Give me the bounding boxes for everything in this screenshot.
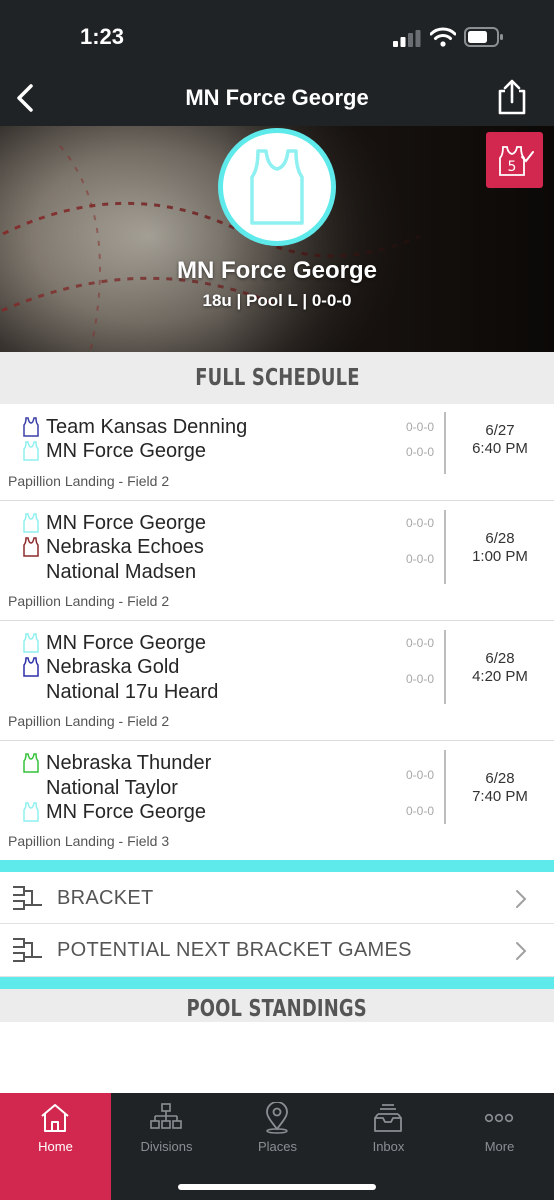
jersey-icon xyxy=(23,441,39,461)
jersey-icon xyxy=(23,417,39,437)
team-record: 0-0-0 xyxy=(405,445,434,459)
team-name-line2: National 17u Heard xyxy=(46,681,219,703)
team-hero-banner: MN Force George 18u | Pool L | 0-0-0 5 xyxy=(0,126,554,353)
game-team-row: Nebraska Thunder xyxy=(22,751,211,775)
game-team-row: MN Force George xyxy=(22,511,206,535)
inbox-icon xyxy=(374,1104,402,1132)
chevron-right-icon xyxy=(516,890,527,908)
jersey-icon xyxy=(23,657,39,677)
tab-home[interactable]: Home xyxy=(0,1093,111,1200)
team-logo xyxy=(218,128,336,246)
pool-standings-heading: POOL STANDINGS xyxy=(0,989,554,1022)
jersey-icon xyxy=(23,633,39,653)
game-venue: Papillion Landing - Field 3 xyxy=(8,833,170,849)
game-date: 6/28 xyxy=(485,650,515,667)
game-team-row: MN Force George xyxy=(22,800,206,824)
divider xyxy=(444,510,446,584)
section-divider-band xyxy=(0,860,554,872)
share-icon[interactable] xyxy=(494,78,530,116)
game-team-row: Nebraska Echoes xyxy=(22,535,204,559)
wifi-icon xyxy=(430,27,456,47)
jersey-icon xyxy=(23,513,39,533)
game-team-row: Team Kansas Denning xyxy=(22,415,247,439)
team-record: 0-0-0 xyxy=(405,516,434,530)
game-date: 6/27 xyxy=(485,422,515,439)
divider xyxy=(444,412,446,474)
team-record: 0-0-0 xyxy=(405,552,434,566)
game-card[interactable]: Team Kansas Denning MN Force George 0-0-… xyxy=(0,404,554,501)
battery-icon xyxy=(464,27,503,47)
more-dots-icon xyxy=(484,1113,514,1123)
game-card[interactable]: Nebraska Thunder National Taylor MN Forc… xyxy=(0,741,554,860)
game-time: 4:20 PM xyxy=(472,668,528,685)
game-time: 6:40 PM xyxy=(472,440,528,457)
jersey-icon xyxy=(23,802,39,822)
game-venue: Papillion Landing - Field 2 xyxy=(8,713,170,729)
team-name-line2: National Madsen xyxy=(46,561,197,583)
team-record: 0-0-0 xyxy=(405,804,434,818)
jersey-icon xyxy=(250,149,304,225)
game-team-row: Nebraska Gold xyxy=(22,655,179,679)
status-time: 1:23 xyxy=(80,24,125,49)
team-record: 0-0-0 xyxy=(405,672,434,686)
chevron-right-icon xyxy=(516,942,527,960)
favorite-team-button[interactable]: 5 xyxy=(486,132,543,188)
home-icon xyxy=(41,1104,69,1132)
bracket-icon xyxy=(13,886,42,910)
full-schedule-heading: FULL SCHEDULE xyxy=(0,352,554,404)
top-bar: 1:23 MN Force George xyxy=(0,0,554,126)
bracket-icon xyxy=(13,938,42,962)
map-pin-icon xyxy=(266,1102,288,1134)
tab-more[interactable]: More xyxy=(444,1093,554,1200)
team-name-line2: National Taylor xyxy=(46,777,178,799)
game-team-row: MN Force George xyxy=(22,439,206,463)
divider xyxy=(444,750,446,824)
home-indicator xyxy=(178,1184,376,1190)
svg-text:5: 5 xyxy=(507,159,516,175)
section-divider-band xyxy=(0,977,554,989)
game-date: 6/28 xyxy=(485,530,515,547)
favorite-team-badge-icon: 5 xyxy=(498,146,534,176)
game-time: 7:40 PM xyxy=(472,788,528,805)
team-record: 0-0-0 xyxy=(405,420,434,434)
game-card[interactable]: MN Force George Nebraska Echoes National… xyxy=(0,501,554,621)
cellular-signal-icon xyxy=(393,30,421,47)
team-record: 0-0-0 xyxy=(405,768,434,782)
game-venue: Papillion Landing - Field 2 xyxy=(8,473,170,489)
game-card[interactable]: MN Force George Nebraska Gold National 1… xyxy=(0,621,554,741)
jersey-icon xyxy=(23,753,39,773)
game-venue: Papillion Landing - Field 2 xyxy=(8,593,170,609)
game-date: 6/28 xyxy=(485,770,515,787)
jersey-icon xyxy=(23,537,39,557)
team-name: MN Force George xyxy=(176,257,378,284)
hierarchy-icon xyxy=(150,1103,182,1129)
team-record: 0-0-0 xyxy=(405,636,434,650)
bracket-link[interactable]: BRACKET xyxy=(0,872,554,924)
potential-next-bracket-games-link[interactable]: POTENTIAL NEXT BRACKET GAMES xyxy=(0,924,554,977)
divider xyxy=(444,630,446,704)
game-team-row: MN Force George xyxy=(22,631,206,655)
nav-title: MN Force George xyxy=(185,85,369,110)
game-time: 1:00 PM xyxy=(472,548,528,565)
team-subtitle: 18u | Pool L | 0-0-0 xyxy=(202,291,352,310)
